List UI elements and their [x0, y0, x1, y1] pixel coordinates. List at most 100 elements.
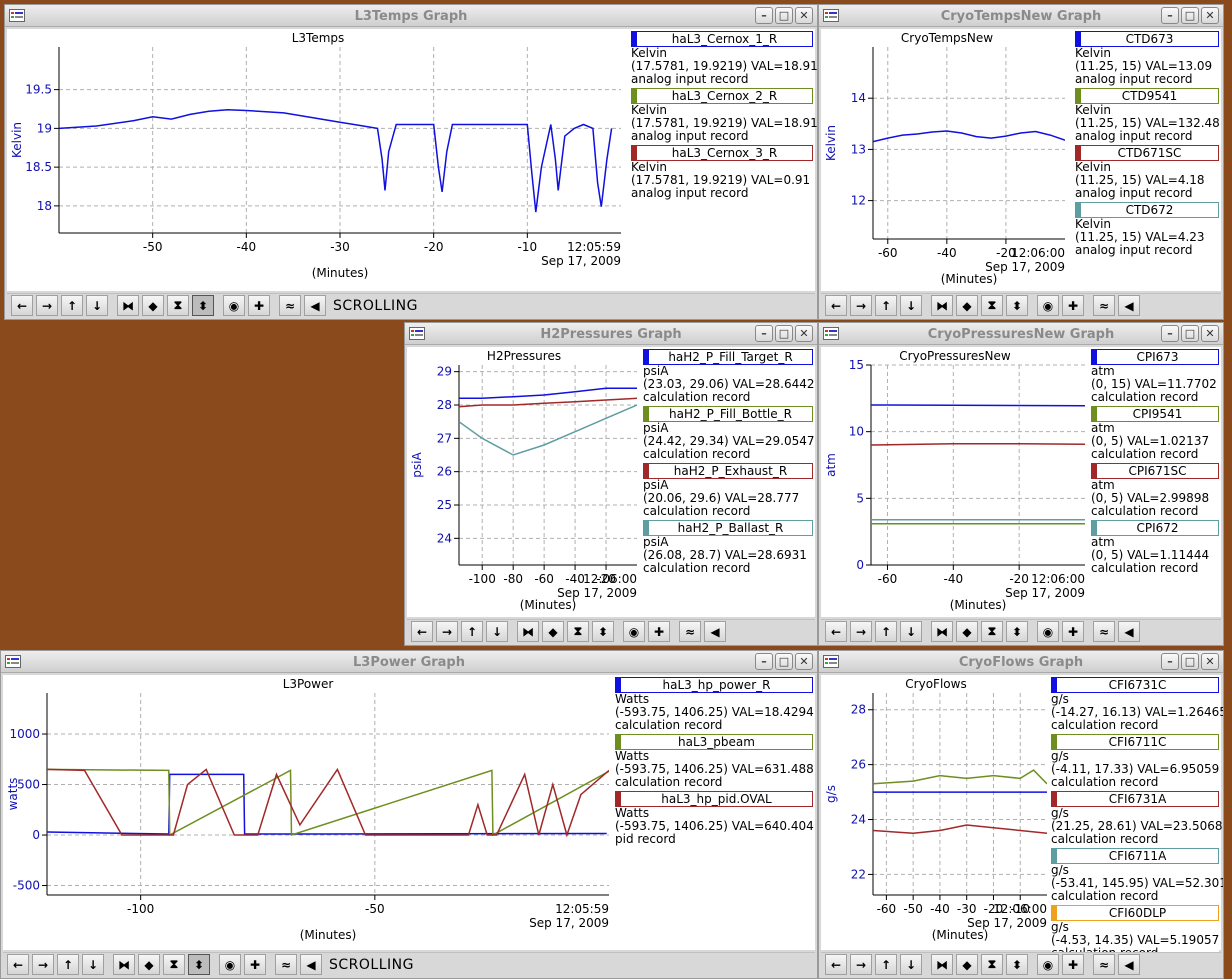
pan-up-icon[interactable]: ↑: [461, 621, 483, 642]
legend-entry[interactable]: haL3_hp_power_R Watts (-593.75, 1406.25) V…: [615, 677, 814, 732]
plot-area[interactable]: 28262422-60 -50 -40 -30 -20 -10g/s12:06:00Sep…: [821, 679, 1051, 951]
legend-entry[interactable]: haL3_pbeam Watts (-593.75, 1406.25) VAL=63…: [615, 734, 814, 789]
autoscale-icon[interactable]: ≈: [1093, 295, 1115, 316]
minimize-icon[interactable]: –: [755, 653, 773, 670]
legend-pv-name[interactable]: haL3_Cernox_1_R: [631, 31, 813, 47]
legend-entry[interactable]: haH2_P_Ballast_R psiA (26.08, 28.7) VAL=28…: [643, 520, 813, 575]
maximize-icon[interactable]: □: [1181, 7, 1199, 24]
reset-icon[interactable]: ◉: [219, 954, 241, 975]
close-icon[interactable]: ✕: [1201, 653, 1219, 670]
zoom-in-x-icon[interactable]: ⧓: [517, 621, 539, 642]
legend-pv-name[interactable]: CPI9541: [1091, 406, 1219, 422]
legend-entry[interactable]: haL3_Cernox_3_R Kelvin (17.5781, 19.9219) …: [631, 145, 813, 200]
legend-entry[interactable]: CPI672 atm (0, 5) VAL=1.11444 calculation r…: [1091, 520, 1219, 575]
maximize-icon[interactable]: □: [1181, 325, 1199, 342]
pan-right-icon[interactable]: →: [850, 954, 872, 975]
legend-pv-name[interactable]: CFI60DLP: [1051, 905, 1219, 921]
legend-pv-name[interactable]: CTD9541: [1075, 88, 1219, 104]
legend-entry[interactable]: CPI9541 atm (0, 5) VAL=1.02137 calculation …: [1091, 406, 1219, 461]
zoom-in-y-icon[interactable]: ⧗: [567, 621, 589, 642]
legend-pv-name[interactable]: haL3_Cernox_2_R: [631, 88, 813, 104]
reset-icon[interactable]: ◉: [223, 295, 245, 316]
print-icon[interactable]: ◀: [1118, 621, 1140, 642]
pan-left-icon[interactable]: ←: [7, 954, 29, 975]
legend-entry[interactable]: haL3_Cernox_2_R Kelvin (17.5781, 19.9219) …: [631, 88, 817, 143]
pan-left-icon[interactable]: ←: [825, 954, 847, 975]
close-icon[interactable]: ✕: [1201, 7, 1219, 24]
legend-entry[interactable]: haH2_P_Exhaust_R psiA (20.06, 29.6) VAL=28…: [643, 463, 813, 518]
zoom-in-x-icon[interactable]: ⧓: [113, 954, 135, 975]
zoom-out-x-icon[interactable]: ◆: [142, 295, 164, 316]
zoom-out-y-icon[interactable]: ⬍: [1006, 295, 1028, 316]
maximize-icon[interactable]: □: [1181, 653, 1199, 670]
zoom-in-y-icon[interactable]: ⧗: [981, 295, 1003, 316]
minimize-icon[interactable]: –: [755, 7, 773, 24]
legend-pv-name[interactable]: haH2_P_Fill_Bottle_R: [643, 406, 813, 422]
pan-up-icon[interactable]: ↑: [61, 295, 83, 316]
zoom-out-x-icon[interactable]: ◆: [542, 621, 564, 642]
title-bar[interactable]: CryoTempsNew Graph – □ ✕: [819, 5, 1223, 27]
zoom-in-y-icon[interactable]: ⧗: [981, 621, 1003, 642]
legend-pv-name[interactable]: CPI671SC: [1091, 463, 1219, 479]
legend-entry[interactable]: haL3_hp_pid.OVAL Watts (-593.75, 1406.25) …: [615, 791, 814, 846]
zoom-out-x-icon[interactable]: ◆: [956, 621, 978, 642]
reset-icon[interactable]: ◉: [1037, 954, 1059, 975]
pan-left-icon[interactable]: ←: [825, 295, 847, 316]
legend-pv-name[interactable]: haH2_P_Ballast_R: [643, 520, 813, 536]
print-icon[interactable]: ◀: [704, 621, 726, 642]
pan-right-icon[interactable]: →: [36, 295, 58, 316]
pan-right-icon[interactable]: →: [850, 295, 872, 316]
legend-entry[interactable]: CTD673 Kelvin (11.25, 15) VAL=13.09 analog …: [1075, 31, 1219, 86]
add-icon[interactable]: ✚: [1062, 621, 1084, 642]
pan-down-icon[interactable]: ↓: [900, 295, 922, 316]
zoom-out-y-icon[interactable]: ⬍: [192, 295, 214, 316]
pan-right-icon[interactable]: →: [436, 621, 458, 642]
print-icon[interactable]: ◀: [1118, 954, 1140, 975]
minimize-icon[interactable]: –: [1161, 653, 1179, 670]
legend-entry[interactable]: CFI6711C g/s (-4.11, 17.33) VAL=6.95059 cal…: [1051, 734, 1219, 789]
legend-pv-name[interactable]: CTD673: [1075, 31, 1219, 47]
plot-area[interactable]: 19.5 19 18.5 18 -50 -40 -30 -20 -10 Kelvin 12:05:5…: [7, 33, 629, 289]
legend-entry[interactable]: CTD9541 Kelvin (11.25, 15) VAL=132.48 analo…: [1075, 88, 1220, 143]
legend-pv-name[interactable]: haH2_P_Fill_Target_R: [643, 349, 813, 365]
add-icon[interactable]: ✚: [1062, 295, 1084, 316]
pan-down-icon[interactable]: ↓: [486, 621, 508, 642]
legend-entry[interactable]: CTD672 Kelvin (11.25, 15) VAL=4.23 analog i…: [1075, 202, 1219, 257]
title-bar[interactable]: CryoFlows Graph – □ ✕: [819, 651, 1223, 673]
legend-entry[interactable]: CTD671SC Kelvin (11.25, 15) VAL=4.18 analog…: [1075, 145, 1219, 200]
legend-entry[interactable]: haH2_P_Fill_Bottle_R psiA (24.42, 29.34) V…: [643, 406, 815, 461]
legend-entry[interactable]: CFI6731C g/s (-14.27, 16.13) VAL=1.26465 ca…: [1051, 677, 1223, 732]
reset-icon[interactable]: ◉: [1037, 621, 1059, 642]
legend-entry[interactable]: haH2_P_Fill_Target_R psiA (23.03, 29.06) V…: [643, 349, 815, 404]
legend-pv-name[interactable]: CFI6711C: [1051, 734, 1219, 750]
legend-pv-name[interactable]: haL3_hp_power_R: [615, 677, 813, 693]
legend-pv-name[interactable]: CTD672: [1075, 202, 1219, 218]
zoom-out-x-icon[interactable]: ◆: [138, 954, 160, 975]
zoom-in-x-icon[interactable]: ⧓: [931, 954, 953, 975]
zoom-out-x-icon[interactable]: ◆: [956, 295, 978, 316]
pan-right-icon[interactable]: →: [32, 954, 54, 975]
add-icon[interactable]: ✚: [1062, 954, 1084, 975]
legend-entry[interactable]: CPI673 atm (0, 15) VAL=11.7702 calculation …: [1091, 349, 1219, 404]
pan-left-icon[interactable]: ←: [825, 621, 847, 642]
pan-down-icon[interactable]: ↓: [900, 621, 922, 642]
maximize-icon[interactable]: □: [775, 325, 793, 342]
add-icon[interactable]: ✚: [248, 295, 270, 316]
pan-left-icon[interactable]: ←: [411, 621, 433, 642]
pan-left-icon[interactable]: ←: [11, 295, 33, 316]
legend-pv-name[interactable]: haL3_Cernox_3_R: [631, 145, 813, 161]
legend-pv-name[interactable]: haL3_hp_pid.OVAL: [615, 791, 813, 807]
pan-down-icon[interactable]: ↓: [82, 954, 104, 975]
close-icon[interactable]: ✕: [795, 653, 813, 670]
legend-pv-name[interactable]: CPI673: [1091, 349, 1219, 365]
zoom-out-x-icon[interactable]: ◆: [956, 954, 978, 975]
legend-entry[interactable]: haL3_Cernox_1_R Kelvin (17.5781, 19.9219) …: [631, 31, 817, 86]
zoom-in-x-icon[interactable]: ⧓: [931, 621, 953, 642]
autoscale-icon[interactable]: ≈: [679, 621, 701, 642]
plot-area[interactable]: 141312-60 -40 -20Kelvin12:06:00Sep 17, 200…: [821, 33, 1073, 295]
autoscale-icon[interactable]: ≈: [275, 954, 297, 975]
zoom-in-y-icon[interactable]: ⧗: [167, 295, 189, 316]
pan-down-icon[interactable]: ↓: [86, 295, 108, 316]
minimize-icon[interactable]: –: [1161, 325, 1179, 342]
legend-pv-name[interactable]: haL3_pbeam: [615, 734, 813, 750]
